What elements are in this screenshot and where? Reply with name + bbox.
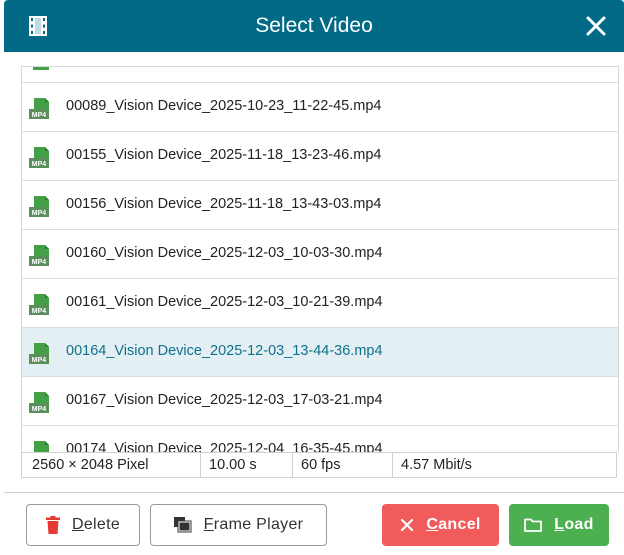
frame-player-button[interactable]: Frame Player	[150, 504, 327, 546]
list-item-video[interactable]: MP4 00161_Vision Device_2025-12-03_10-21-…	[22, 279, 618, 328]
mp4-file-icon: MP4	[29, 245, 49, 266]
list-item-video[interactable]: MP4 00160_Vision Device_2025-12-03_10-03-…	[22, 230, 618, 279]
copy-frames-icon	[173, 517, 192, 533]
trash-icon	[45, 516, 60, 534]
mp4-icon-label: MP4	[32, 210, 47, 217]
folder-icon	[524, 518, 543, 532]
mp4-file-icon	[33, 67, 49, 70]
duration-value: 10.00 s	[200, 453, 257, 477]
mp4-icon-label: MP4	[32, 357, 47, 364]
mp4-file-icon: MP4	[29, 343, 49, 364]
list-item-video[interactable]: MP4 00156_Vision Device_2025-11-18_13-43-…	[22, 181, 618, 230]
select-video-dialog: Select Video MP4 00089_Vision Device_2025…	[4, 0, 624, 555]
x-icon	[401, 518, 414, 532]
file-name: 00160_Vision Device_2025-12-03_10-03-30.…	[66, 245, 383, 261]
bitrate-value: 4.57 Mbit/s	[392, 453, 472, 477]
list-item-video[interactable]: MP400174_Vision Device_2025-12-04_16-35-…	[22, 426, 618, 453]
mp4-icon-label: MP4	[32, 259, 47, 266]
cancel-label: Cancel	[426, 516, 481, 533]
mp4-icon-label: MP4	[32, 406, 47, 413]
load-button[interactable]: Load	[509, 504, 609, 546]
file-name: 00167_Vision Device_2025-12-03_17-03-21.…	[66, 392, 383, 408]
list-item-partial-top	[22, 67, 618, 83]
list-item-video[interactable]: MP4 00155_Vision Device_2025-11-18_13-23-…	[22, 132, 618, 181]
video-file-list[interactable]: MP4 00089_Vision Device_2025-10-23_11-22-…	[21, 66, 619, 453]
frame-player-label: Frame Player	[203, 516, 304, 533]
cancel-button[interactable]: Cancel	[382, 504, 499, 546]
mp4-icon-label: MP4	[32, 112, 47, 119]
mp4-file-icon: MP4	[29, 98, 49, 119]
dialog-titlebar: Select Video	[4, 0, 624, 52]
file-name: 00164_Vision Device_2025-12-03_13-44-36.…	[66, 343, 383, 359]
delete-label: Delete	[71, 516, 121, 533]
footer-divider	[4, 492, 624, 493]
list-item-video[interactable]: MP4 00089_Vision Device_2025-10-23_11-22-…	[22, 83, 618, 132]
mp4-icon-label: MP4	[32, 308, 47, 315]
delete-button[interactable]: Delete	[26, 504, 140, 546]
load-label: Load	[554, 516, 594, 533]
list-item-video[interactable]: MP4 00167_Vision Device_2025-12-03_17-03-…	[22, 377, 618, 426]
file-name: 00156_Vision Device_2025-11-18_13-43-03.…	[66, 196, 382, 212]
dialog-title: Select Video	[255, 14, 373, 37]
file-name: 00161_Vision Device_2025-12-03_10-21-39.…	[66, 294, 383, 310]
video-info-bar: 2560 × 2048 Pixel 10.00 s 60 fps 4.57 Mb…	[21, 452, 617, 478]
list-item-video[interactable]: MP4 00164_Vision Device_2025-12-03_13-44-…	[22, 328, 618, 377]
file-name: 00155_Vision Device_2025-11-18_13-23-46.…	[66, 147, 382, 163]
file-name: 00089_Vision Device_2025-10-23_11-22-45.…	[66, 98, 382, 114]
mp4-file-icon: MP4	[29, 147, 49, 168]
mp4-file-icon: MP4	[29, 196, 49, 217]
resolution-value: 2560 × 2048 Pixel	[32, 457, 149, 473]
close-icon[interactable]	[582, 12, 610, 40]
mp4-file-icon: MP4	[29, 294, 49, 315]
fps-value: 60 fps	[292, 453, 341, 477]
mp4-file-icon: MP4	[29, 392, 49, 413]
mp4-icon-label: MP4	[32, 161, 47, 168]
